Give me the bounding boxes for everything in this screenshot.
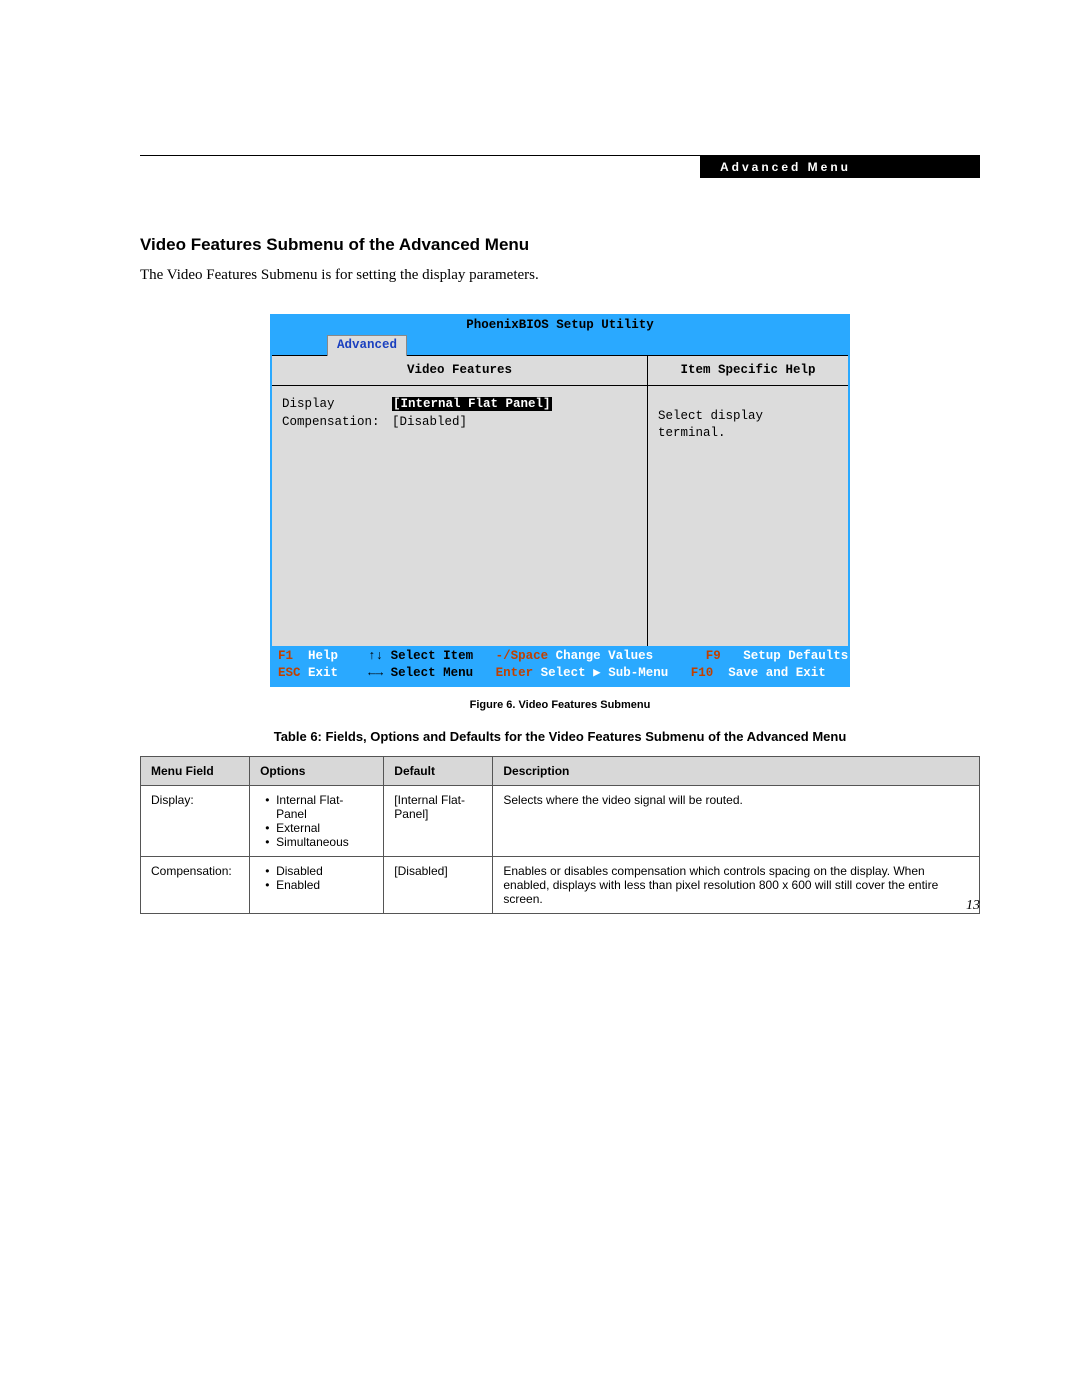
- bios-key-label: Change Values: [556, 648, 654, 665]
- bios-right-pane: Item Specific Help Select display termin…: [648, 356, 848, 646]
- bios-key-label: Help: [308, 648, 338, 665]
- list-item: External: [276, 821, 373, 835]
- bios-title: PhoenixBIOS Setup Utility: [272, 316, 848, 335]
- th-options: Options: [250, 756, 384, 785]
- bios-tab-advanced: Advanced: [327, 335, 407, 356]
- bios-tabbar: Advanced: [272, 335, 848, 355]
- bios-footer: F1 Help ↑↓ Select Item -/Space Change Va…: [272, 646, 848, 685]
- bios-field-row: Compensation: [Disabled]: [282, 414, 637, 431]
- bios-footer-row: F1 Help ↑↓ Select Item -/Space Change Va…: [278, 648, 842, 665]
- bios-key: ←→: [368, 665, 383, 682]
- bios-key: Enter: [496, 665, 534, 682]
- cell-options: Disabled Enabled: [250, 856, 384, 913]
- bios-key-label: Setup Defaults: [743, 648, 848, 665]
- bios-frame: PhoenixBIOS Setup Utility Advanced Video…: [270, 314, 850, 687]
- list-item: Enabled: [276, 878, 373, 892]
- bios-key: F1: [278, 648, 293, 665]
- bios-key: ESC: [278, 665, 301, 682]
- list-item: Disabled: [276, 864, 373, 878]
- cell-default: [Disabled]: [384, 856, 493, 913]
- th-description: Description: [493, 756, 980, 785]
- bios-key: -/Space: [496, 648, 549, 665]
- bios-key: F10: [691, 665, 714, 682]
- bios-key-label: Select Item: [391, 648, 474, 665]
- options-table: Menu Field Options Default Description D…: [140, 756, 980, 914]
- section-title: Video Features Submenu of the Advanced M…: [140, 235, 980, 255]
- cell-desc: Selects where the video signal will be r…: [493, 785, 980, 856]
- bios-field-value-selected: [Internal Flat Panel]: [392, 397, 552, 411]
- page-number: 13: [966, 898, 980, 914]
- table-row: Compensation: Disabled Enabled [Disabled…: [141, 856, 980, 913]
- bios-key-label: Save and Exit: [728, 665, 826, 682]
- cell-default: [Internal Flat-Panel]: [384, 785, 493, 856]
- cell-options: Internal Flat-Panel External Simultaneou…: [250, 785, 384, 856]
- bios-key-label: Exit: [308, 665, 338, 682]
- bios-field-value: [Disabled]: [392, 415, 467, 429]
- bios-footer-row: ESC Exit ←→ Select Menu Enter Select ▶ S…: [278, 665, 842, 682]
- cell-desc: Enables or disables compensation which c…: [493, 856, 980, 913]
- bios-key-label: Select ▶ Sub-Menu: [541, 665, 669, 682]
- cell-field: Display:: [141, 785, 250, 856]
- bios-right-heading: Item Specific Help: [648, 362, 848, 386]
- intro-text: The Video Features Submenu is for settin…: [140, 267, 980, 284]
- bios-key: F9: [706, 648, 721, 665]
- bios-key-label: Select Menu: [391, 665, 474, 682]
- bios-help-text: Select display terminal.: [658, 396, 838, 442]
- header-bar: Advanced Menu: [700, 156, 980, 178]
- bios-key: ↑↓: [368, 648, 383, 665]
- bios-field-label: Compensation:: [282, 414, 392, 431]
- th-menu-field: Menu Field: [141, 756, 250, 785]
- bios-field-label: Display: [282, 396, 392, 413]
- list-item: Simultaneous: [276, 835, 373, 849]
- table-caption: Table 6: Fields, Options and Defaults fo…: [140, 729, 980, 744]
- header-rule: Advanced Menu: [140, 155, 980, 180]
- cell-field: Compensation:: [141, 856, 250, 913]
- bios-left-heading: Video Features: [272, 362, 647, 386]
- table-header-row: Menu Field Options Default Description: [141, 756, 980, 785]
- bios-body: Video Features Display [Internal Flat Pa…: [272, 355, 848, 646]
- bios-field-row: Display [Internal Flat Panel]: [282, 396, 637, 413]
- th-default: Default: [384, 756, 493, 785]
- table-row: Display: Internal Flat-Panel External Si…: [141, 785, 980, 856]
- figure-caption: Figure 6. Video Features Submenu: [140, 699, 980, 711]
- bios-left-pane: Video Features Display [Internal Flat Pa…: [272, 356, 648, 646]
- list-item: Internal Flat-Panel: [276, 793, 373, 821]
